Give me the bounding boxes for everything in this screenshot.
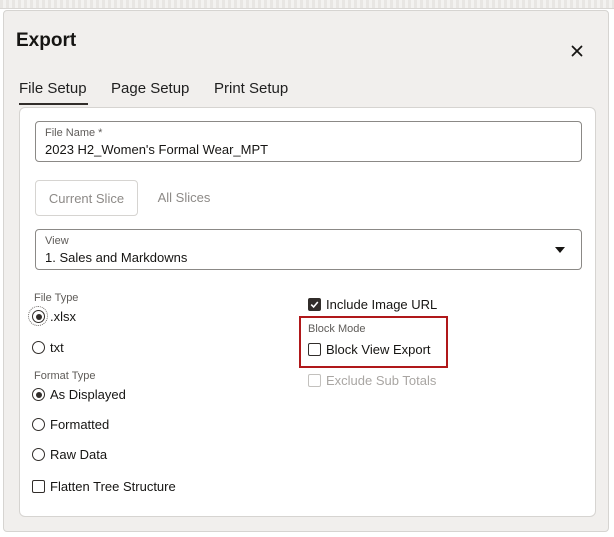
checkbox-icon [308, 343, 321, 356]
dialog-title: Export [16, 30, 77, 51]
file-type-xlsx-label: .xlsx [50, 309, 76, 324]
block-mode-label: Block Mode [308, 323, 366, 335]
file-type-txt-label: txt [50, 340, 64, 355]
checkbox-icon [32, 480, 45, 493]
close-icon[interactable] [568, 42, 586, 60]
file-name-value: 2023 H2_Women's Formal Wear_MPT [45, 142, 269, 157]
flatten-tree-label: Flatten Tree Structure [50, 479, 176, 494]
format-raw-data-label: Raw Data [50, 447, 108, 462]
radio-icon [32, 448, 45, 461]
format-as-displayed-label: As Displayed [50, 387, 126, 402]
view-select[interactable]: View 1. Sales and Markdowns [35, 229, 582, 270]
chevron-down-icon [555, 247, 565, 253]
view-label: View [45, 235, 69, 247]
format-type-label: Format Type [34, 370, 96, 382]
file-name-label: File Name * [45, 127, 103, 139]
block-view-export-label: Block View Export [326, 342, 431, 357]
tab-page-setup[interactable]: Page Setup [111, 80, 189, 97]
format-formatted-label: Formatted [50, 417, 110, 432]
checkbox-icon [308, 374, 321, 387]
background-strip [0, 0, 614, 9]
current-slice-button[interactable]: Current Slice [35, 180, 138, 216]
checkbox-checked-icon [308, 298, 321, 311]
radio-icon [32, 341, 45, 354]
tab-file-setup[interactable]: File Setup [19, 80, 88, 105]
exclude-sub-totals-label: Exclude Sub Totals [326, 373, 437, 388]
include-image-url-label: Include Image URL [326, 297, 438, 312]
file-name-field[interactable]: File Name * 2023 H2_Women's Formal Wear_… [35, 121, 582, 162]
view-value: 1. Sales and Markdowns [45, 250, 188, 265]
tab-print-setup[interactable]: Print Setup [214, 80, 288, 97]
file-type-label: File Type [34, 292, 79, 304]
radio-icon [32, 310, 45, 323]
radio-icon [32, 418, 45, 431]
all-slices-button[interactable]: All Slices [146, 180, 222, 216]
radio-icon [32, 388, 45, 401]
